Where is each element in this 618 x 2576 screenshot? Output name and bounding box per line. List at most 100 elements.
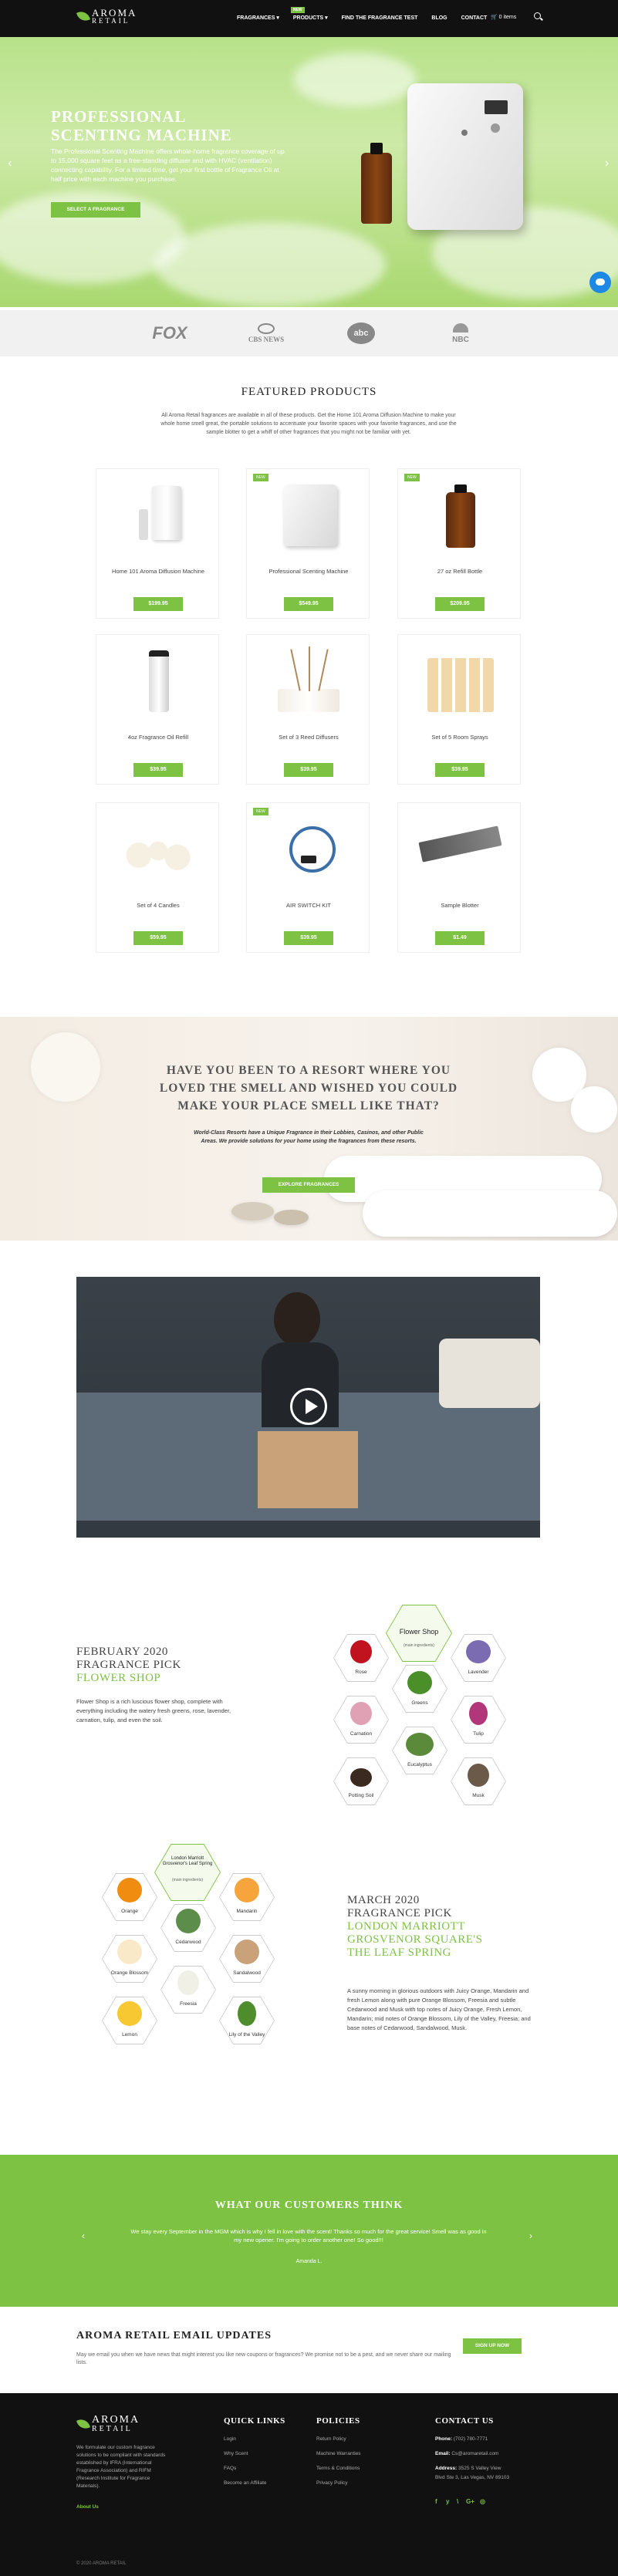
nav-products[interactable]: NEW PRODUCTS ▾ bbox=[286, 7, 335, 21]
machine-knob bbox=[491, 123, 500, 133]
play-icon[interactable] bbox=[290, 1388, 327, 1425]
product-card[interactable]: NEW 27 oz Refill Bottle $209.95 bbox=[397, 468, 521, 619]
chat-bubble-icon[interactable] bbox=[589, 272, 611, 293]
testimonial-next-arrow[interactable]: › bbox=[529, 2230, 532, 2241]
copyright: © 2020 AROMA RETAIL bbox=[76, 2561, 127, 2566]
about-us-link[interactable]: About Us bbox=[76, 2504, 99, 2510]
product-card[interactable]: NEW AIR SWITCH KIT $39.95 bbox=[246, 802, 370, 953]
testimonial-prev-arrow[interactable]: ‹ bbox=[82, 2230, 85, 2241]
product-card[interactable]: 4oz Fragrance Oil Refill $39.95 bbox=[96, 634, 219, 785]
product-name: AIR SWITCH KIT bbox=[286, 902, 331, 909]
footer-link-return-policy[interactable]: Return Policy bbox=[316, 2436, 346, 2442]
box-prop bbox=[258, 1431, 358, 1508]
february-pick-title: FEBRUARY 2020 FRAGRANCE PICK FLOWER SHOP bbox=[76, 1646, 181, 1684]
march-pick-text: A sunny morning in glorious outdoors wit… bbox=[347, 1987, 531, 2031]
brand-logo[interactable]: AROMA RETAIL bbox=[76, 8, 137, 25]
email-updates-title: AROMA RETAIL EMAIL UPDATES bbox=[76, 2330, 272, 2341]
explore-fragrances-button[interactable]: EXPLORE FRAGRANCES bbox=[262, 1177, 355, 1193]
footer-logo[interactable]: AROMA RETAIL bbox=[76, 2415, 140, 2433]
refill-bottle-image bbox=[446, 484, 475, 548]
footer-link-faqs[interactable]: FAQs bbox=[224, 2466, 236, 2471]
reed-stick bbox=[290, 649, 301, 691]
product-card[interactable]: NEW Professional Scenting Machine $549.9… bbox=[246, 468, 370, 619]
note-hex-potting-soil: Potting Soil bbox=[333, 1757, 389, 1805]
nav-fragrance-test[interactable]: FIND THE FRAGRANCE TEST bbox=[335, 15, 425, 21]
footer-about-text: We formulate our custom fragrance soluti… bbox=[76, 2445, 166, 2489]
email-updates-text: May we email you when we have news that … bbox=[76, 2352, 451, 2365]
scenting-machine-image bbox=[407, 83, 523, 230]
note-hex-lily-of-the-valley: Lily of the Valley bbox=[219, 1997, 275, 2044]
person-silhouette bbox=[274, 1292, 320, 1346]
product-price-button[interactable]: $39.95 bbox=[284, 931, 333, 945]
note-hex-mandarin: Mandarin bbox=[219, 1873, 275, 1921]
product-price-button[interactable]: $199.95 bbox=[133, 597, 183, 611]
page: AROMA RETAIL FRAGRANCES ▾ NEW PRODUCTS ▾ … bbox=[0, 0, 618, 2576]
note-hex-lemon: Lemon bbox=[102, 1997, 157, 2044]
video-player[interactable] bbox=[76, 1277, 540, 1538]
product-card[interactable]: Set of 3 Reed Diffusers $39.95 bbox=[246, 634, 370, 785]
google-plus-icon[interactable]: G+ bbox=[466, 2498, 474, 2505]
slider-prev-arrow[interactable]: ‹ bbox=[8, 157, 12, 170]
product-price-button[interactable]: $39.95 bbox=[435, 763, 485, 777]
product-name: Sample Blotter bbox=[441, 902, 479, 909]
product-name: 27 oz Refill Bottle bbox=[437, 568, 483, 575]
testimonials-section: WHAT OUR CUSTOMERS THINK We stay every S… bbox=[0, 2155, 618, 2307]
product-price-button[interactable]: $59.95 bbox=[133, 931, 183, 945]
footer-link-login[interactable]: Login bbox=[224, 2436, 236, 2442]
search-icon[interactable] bbox=[534, 12, 541, 19]
cloud-decoration bbox=[154, 222, 386, 307]
new-badge: NEW bbox=[253, 808, 268, 815]
note-hex-cedarwood: Cedarwood bbox=[160, 1904, 216, 1952]
footer-link-privacy[interactable]: Privacy Policy bbox=[316, 2480, 347, 2486]
product-card[interactable]: Sample Blotter $1.49 bbox=[397, 802, 521, 953]
footer-address-line2: Blvd Ste 3, Las Vegas, NV 89103 bbox=[435, 2475, 510, 2480]
resort-heading: HAVE YOU BEEN TO A RESORT WHERE YOU LOVE… bbox=[159, 1064, 458, 1112]
note-hex-orange-blossom: Orange Blossom bbox=[102, 1935, 157, 1983]
fox-logo: FOX bbox=[152, 323, 187, 343]
product-name: Home 101 Aroma Diffusion Machine bbox=[112, 568, 204, 575]
new-badge: NEW bbox=[253, 474, 268, 481]
facebook-icon[interactable]: f bbox=[435, 2498, 437, 2505]
twitter-icon[interactable]: y bbox=[446, 2498, 449, 2505]
instagram-icon[interactable]: ◎ bbox=[480, 2498, 485, 2505]
small-bottle-image bbox=[139, 509, 148, 540]
stone-decoration bbox=[231, 1202, 274, 1220]
footer-link-affiliate[interactable]: Become an Affiliate bbox=[224, 2480, 267, 2486]
product-card[interactable]: Set of 5 Room Sprays $39.95 bbox=[397, 634, 521, 785]
product-card[interactable]: Home 101 Aroma Diffusion Machine $199.95 bbox=[96, 468, 219, 619]
nav-contact[interactable]: CONTACT bbox=[454, 15, 495, 21]
product-name: Set of 3 Reed Diffusers bbox=[279, 734, 339, 741]
product-price-button[interactable]: $39.95 bbox=[284, 763, 333, 777]
product-price-button[interactable]: $209.95 bbox=[435, 597, 485, 611]
hero-text: The Professional Scenting Machine offers… bbox=[51, 147, 285, 183]
product-card[interactable]: Set of 4 Candles $59.95 bbox=[96, 802, 219, 953]
main-menu: FRAGRANCES ▾ NEW PRODUCTS ▾ FIND THE FRAG… bbox=[230, 7, 495, 21]
pinterest-icon[interactable]: \ bbox=[457, 2498, 458, 2505]
cart-link[interactable]: 🛒 0 items bbox=[491, 14, 516, 20]
quick-links-title: QUICK LINKS bbox=[224, 2416, 285, 2426]
sign-up-button[interactable]: SIGN UP NOW bbox=[463, 2338, 522, 2354]
stone-decoration bbox=[274, 1210, 309, 1225]
footer-link-terms[interactable]: Terms & Conditions bbox=[316, 2466, 360, 2471]
note-hex-musk: Musk bbox=[451, 1757, 506, 1805]
testimonials-title: WHAT OUR CUSTOMERS THINK bbox=[214, 2200, 404, 2211]
abc-logo: abc bbox=[347, 322, 375, 344]
footer-link-warranties[interactable]: Machine Warranties bbox=[316, 2451, 361, 2456]
product-price-button[interactable]: $39.95 bbox=[133, 763, 183, 777]
slider-next-arrow[interactable]: › bbox=[605, 157, 609, 170]
towel-decoration bbox=[363, 1190, 617, 1237]
footer-email[interactable]: Email: Cs@aromaretail.com bbox=[435, 2451, 498, 2456]
video-controls-bar[interactable] bbox=[76, 1521, 540, 1538]
resort-text: World-Class Resorts have a Unique Fragra… bbox=[194, 1130, 424, 1144]
note-hex-rose: Rose bbox=[333, 1634, 389, 1682]
nbc-logo: NBC bbox=[441, 323, 480, 345]
footer-link-why-scent[interactable]: Why Scent bbox=[224, 2451, 248, 2456]
candles-image bbox=[120, 834, 197, 876]
product-price-button[interactable]: $549.95 bbox=[284, 597, 333, 611]
product-name: Set of 4 Candles bbox=[137, 902, 180, 909]
select-fragrance-button[interactable]: SELECT A FRAGRANCE bbox=[51, 202, 140, 218]
nav-fragrances[interactable]: FRAGRANCES ▾ bbox=[230, 15, 286, 21]
new-badge: NEW bbox=[290, 7, 305, 13]
product-price-button[interactable]: $1.49 bbox=[435, 931, 485, 945]
nav-blog[interactable]: BLOG bbox=[424, 15, 454, 21]
